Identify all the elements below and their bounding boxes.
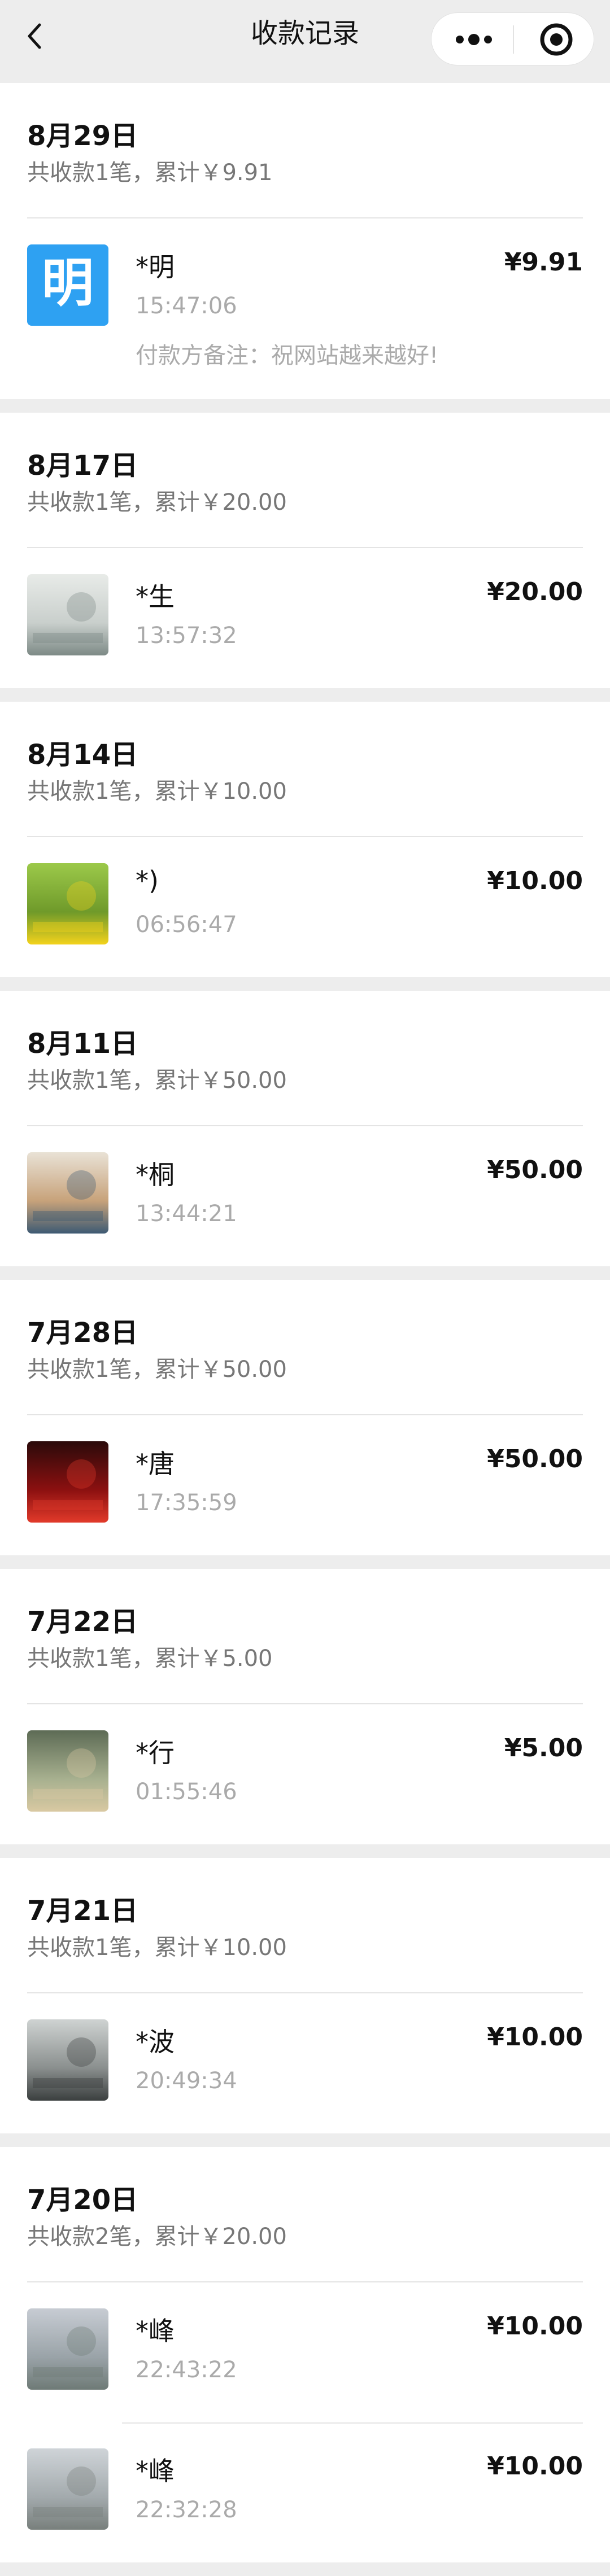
date-group-header: 8月29日 共收款1笔，累计￥9.91 [0, 83, 610, 218]
payment-record-row[interactable]: *唐 ¥50.00 17:35:59 [0, 1415, 610, 1555]
payment-time: 01:55:46 [136, 1779, 237, 1805]
date-group: 8月17日 共收款1笔，累计￥20.00 *生 ¥20.00 13:57:32 [0, 413, 610, 688]
date-group-header: 7月28日 共收款1笔，累计￥50.00 [0, 1280, 610, 1415]
mini-program-capsule [431, 12, 594, 65]
payment-record-row[interactable]: *波 ¥10.00 20:49:34 [0, 1993, 610, 2133]
avatar [27, 1730, 108, 1812]
payer-name: *峰 [136, 2456, 175, 2486]
payment-amount: ¥5.00 [504, 1734, 583, 1762]
payer-name: *) [136, 865, 159, 896]
date-group-header: 7月20日 共收款2笔，累计￥20.00 [0, 2147, 610, 2282]
payment-amount: ¥10.00 [487, 2312, 583, 2341]
date-group: 7月22日 共收款1笔，累计￥5.00 *行 ¥5.00 01:55:46 [0, 1569, 610, 1844]
group-summary: 共收款1笔，累计￥50.00 [27, 1068, 287, 1094]
close-mini-program-icon[interactable] [514, 13, 594, 66]
group-date: 7月22日 [27, 1606, 138, 1638]
more-icon[interactable] [432, 13, 513, 66]
payment-amount: ¥20.00 [487, 578, 583, 606]
date-group-header: 8月14日 共收款1笔，累计￥10.00 [0, 702, 610, 837]
date-group: 7月21日 共收款1笔，累计￥10.00 *波 ¥10.00 20:49:34 [0, 1858, 610, 2133]
group-summary: 共收款2笔，累计￥20.00 [27, 2224, 287, 2250]
group-date: 8月14日 [27, 739, 138, 771]
date-group-header: 8月11日 共收款1笔，累计￥50.00 [0, 991, 610, 1126]
payment-time: 22:43:22 [136, 2357, 237, 2383]
avatar-text: 明 [42, 253, 94, 313]
group-date: 8月17日 [27, 450, 138, 482]
avatar [27, 863, 108, 944]
payment-time: 15:47:06 [136, 293, 237, 319]
payment-time: 20:49:34 [136, 2068, 237, 2094]
group-summary: 共收款1笔，累计￥10.00 [27, 779, 287, 804]
payment-record-list: 8月29日 共收款1笔，累计￥9.91 明 *明 ¥9.91 15:47:06 … [0, 83, 610, 2576]
payer-name: *峰 [136, 2316, 175, 2346]
avatar [27, 2019, 108, 2101]
avatar [27, 1152, 108, 1234]
group-date: 8月11日 [27, 1028, 138, 1060]
payer-name: *桐 [136, 1160, 175, 1190]
payer-name: *唐 [136, 1449, 175, 1479]
divider [122, 2422, 583, 2424]
payment-record-row[interactable]: *峰 ¥10.00 22:43:22 [0, 2282, 610, 2422]
date-group: 8月14日 共收款1笔，累计￥10.00 *) ¥10.00 06:56:47 [0, 702, 610, 977]
group-summary: 共收款1笔，累计￥10.00 [27, 1935, 287, 1961]
payment-record-row[interactable]: *生 ¥20.00 13:57:32 [0, 548, 610, 688]
navigation-bar: 收款记录 [0, 0, 610, 83]
payment-time: 17:35:59 [136, 1490, 237, 1516]
date-group: 8月29日 共收款1笔，累计￥9.91 明 *明 ¥9.91 15:47:06 … [0, 83, 610, 399]
payment-amount: ¥10.00 [487, 867, 583, 895]
payer-note: 付款方备注：祝网站越来越好! [136, 343, 439, 369]
payment-record-row[interactable]: *) ¥10.00 06:56:47 [0, 837, 610, 977]
avatar [27, 2448, 108, 2530]
date-group-header: 7月21日 共收款1笔，累计￥10.00 [0, 1858, 610, 1993]
payment-time: 13:44:21 [136, 1201, 237, 1227]
payment-record-row[interactable]: *峰 ¥10.00 22:32:28 [0, 2422, 610, 2562]
group-date: 7月28日 [27, 1317, 138, 1349]
payment-amount: ¥10.00 [487, 2023, 583, 2052]
payer-name: *波 [136, 2027, 175, 2057]
payment-amount: ¥10.00 [487, 2452, 583, 2481]
payer-name: *明 [136, 252, 175, 282]
date-group: 7月28日 共收款1笔，累计￥50.00 *唐 ¥50.00 17:35:59 [0, 1280, 610, 1555]
date-group: 8月11日 共收款1笔，累计￥50.00 *桐 ¥50.00 13:44:21 [0, 991, 610, 1266]
payer-name: *行 [136, 1738, 175, 1768]
group-date: 7月21日 [27, 1895, 138, 1927]
date-group-header: 7月22日 共收款1笔，累计￥5.00 [0, 1569, 610, 1704]
group-summary: 共收款1笔，累计￥50.00 [27, 1357, 287, 1383]
group-date: 7月20日 [27, 2184, 138, 2216]
avatar [27, 1441, 108, 1523]
payer-name: *生 [136, 581, 175, 612]
payment-time: 13:57:32 [136, 623, 237, 649]
group-summary: 共收款1笔，累计￥5.00 [27, 1646, 273, 1672]
avatar [27, 574, 108, 655]
payment-record-row[interactable]: *桐 ¥50.00 13:44:21 [0, 1126, 610, 1266]
group-date: 8月29日 [27, 120, 138, 152]
date-group: 7月20日 共收款2笔，累计￥20.00 *峰 ¥10.00 22:43:22 … [0, 2147, 610, 2562]
payment-time: 22:32:28 [136, 2497, 237, 2523]
avatar: 明 [27, 244, 108, 326]
payment-amount: ¥50.00 [487, 1445, 583, 1473]
payment-amount: ¥9.91 [504, 248, 583, 277]
avatar [27, 2308, 108, 2390]
date-group-header: 8月17日 共收款1笔，累计￥20.00 [0, 413, 610, 548]
payment-record-row[interactable]: *行 ¥5.00 01:55:46 [0, 1704, 610, 1844]
group-summary: 共收款1笔，累计￥9.91 [27, 160, 273, 186]
payment-record-row[interactable]: 明 *明 ¥9.91 15:47:06 付款方备注：祝网站越来越好! [0, 218, 610, 399]
back-icon[interactable] [25, 20, 45, 52]
group-summary: 共收款1笔，累计￥20.00 [27, 489, 287, 515]
payment-time: 06:56:47 [136, 912, 237, 938]
payment-amount: ¥50.00 [487, 1156, 583, 1184]
